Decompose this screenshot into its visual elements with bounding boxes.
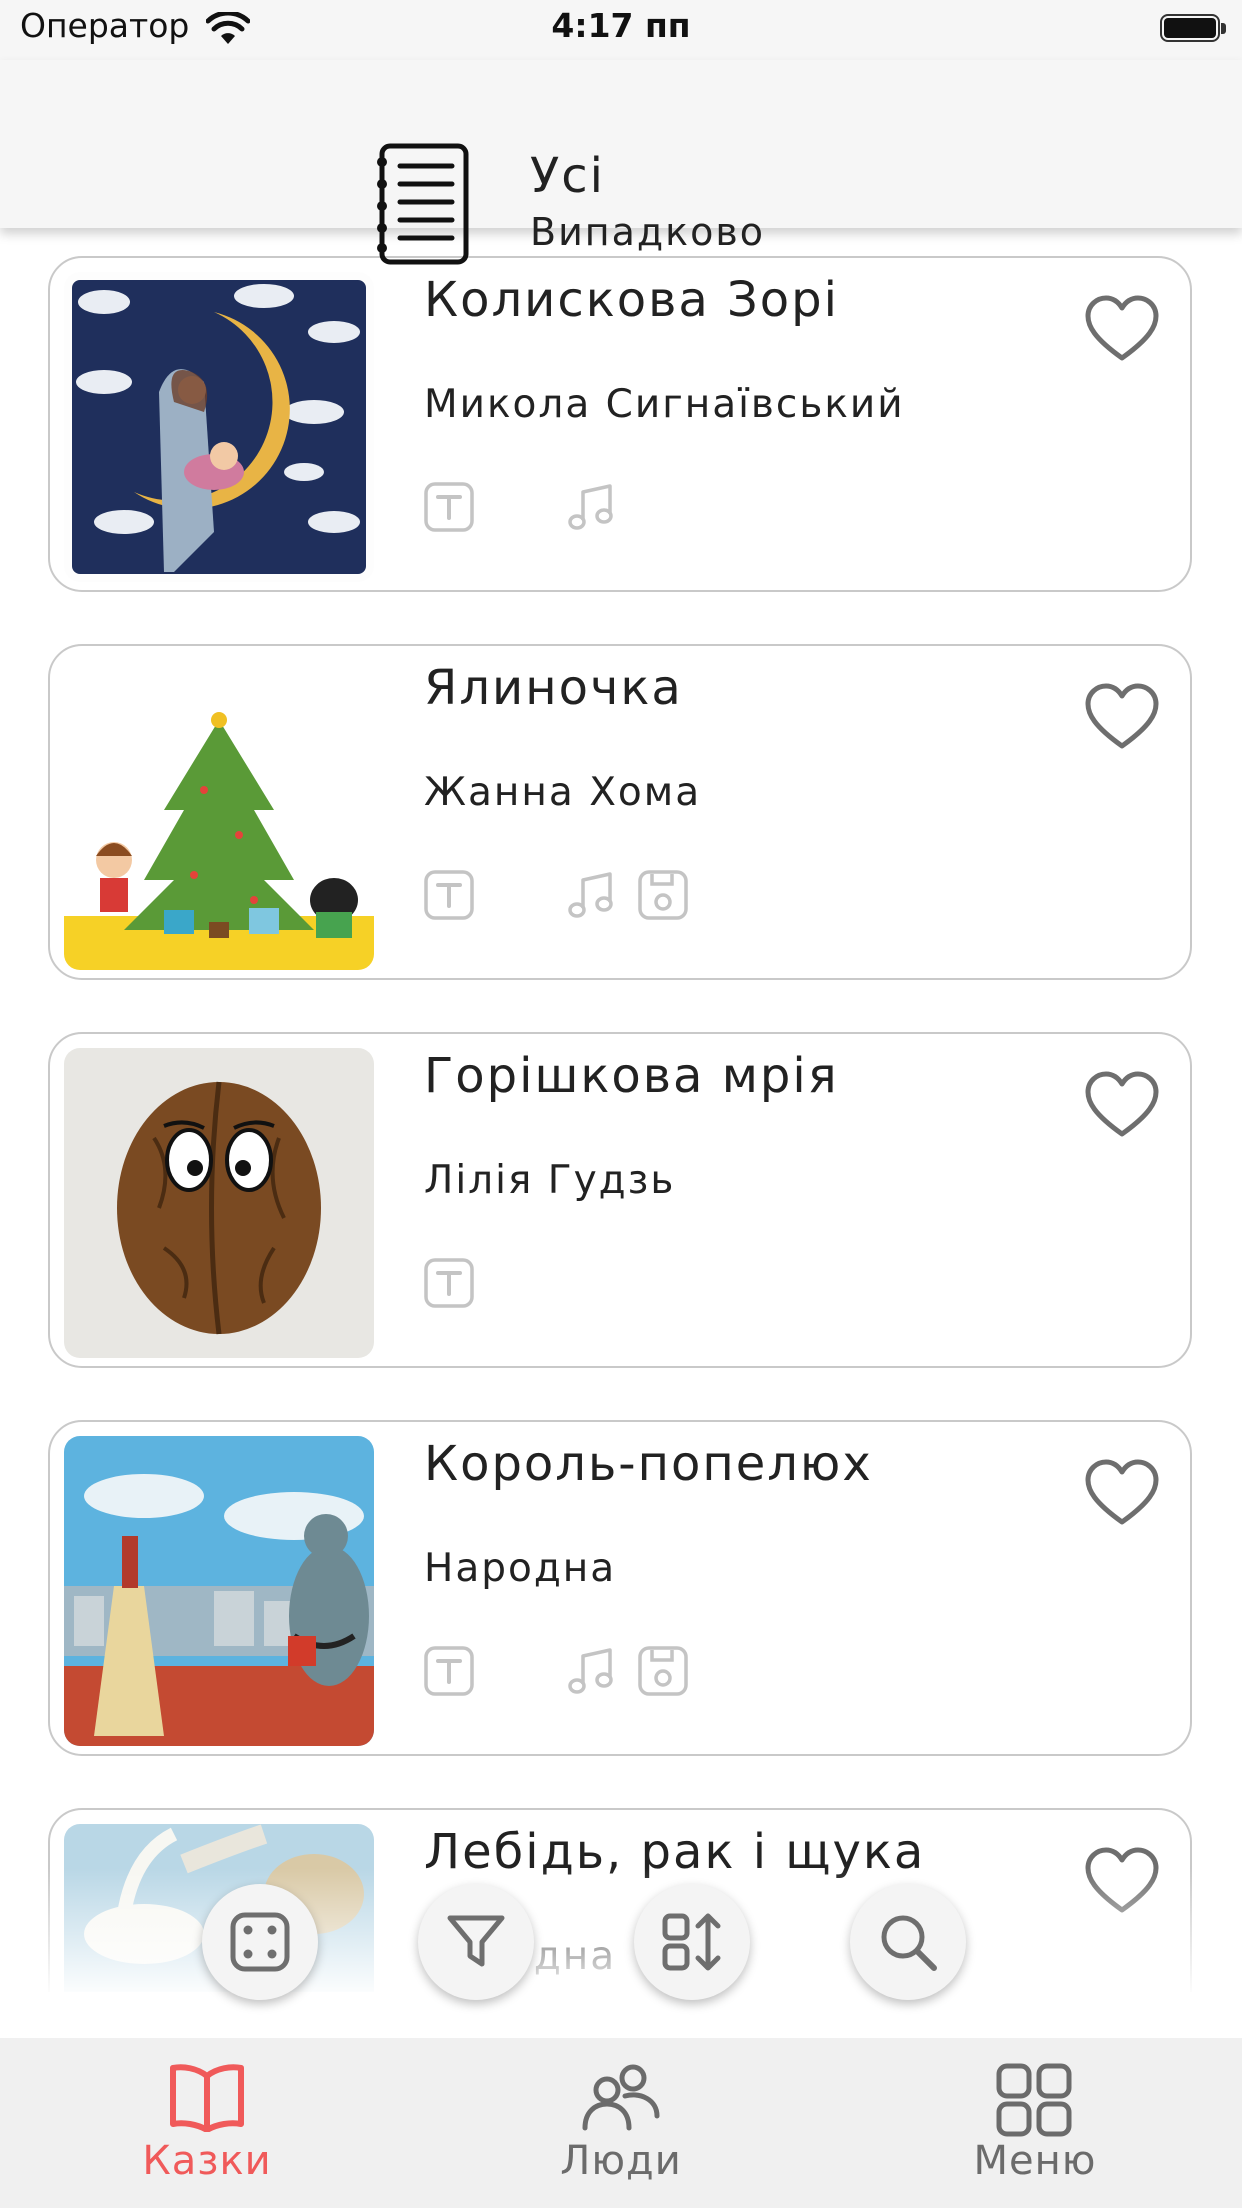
text-available-icon bbox=[424, 870, 474, 920]
sort-icon bbox=[662, 1913, 721, 1971]
story-title: Ялиночка bbox=[424, 660, 683, 716]
saved-disk-icon bbox=[638, 870, 688, 920]
story-thumbnail bbox=[64, 272, 374, 582]
search-button[interactable] bbox=[850, 1884, 966, 2000]
clock: 4:17 пп bbox=[551, 6, 691, 45]
saved-disk-icon bbox=[638, 1646, 688, 1696]
favorite-heart-icon[interactable] bbox=[1084, 294, 1160, 364]
tab-stories[interactable]: Казки bbox=[0, 2038, 414, 2208]
sort-button[interactable] bbox=[634, 1884, 750, 2000]
music-note-icon bbox=[568, 1648, 613, 1694]
tab-label: Люди bbox=[560, 2138, 682, 2184]
story-list[interactable]: Колискова Зорі Микола Сигнаївський Ялино… bbox=[0, 228, 1242, 1992]
favorite-heart-icon[interactable] bbox=[1084, 1458, 1160, 1528]
notebook-list-icon bbox=[377, 143, 469, 265]
filter-icon bbox=[447, 1915, 505, 1967]
status-bar: Оператор 4:17 пп bbox=[0, 0, 1242, 60]
tab-bar: Казки Люди Меню bbox=[0, 2038, 1242, 2208]
favorite-heart-icon[interactable] bbox=[1084, 1070, 1160, 1140]
story-title: Король-попелюх bbox=[424, 1436, 873, 1492]
story-author: Жанна Хома bbox=[424, 770, 702, 815]
story-thumbnail bbox=[64, 1436, 374, 1746]
story-title: Горішкова мрія bbox=[424, 1048, 839, 1104]
tab-label: Меню bbox=[973, 2138, 1097, 2184]
favorite-heart-icon[interactable] bbox=[1084, 1846, 1160, 1916]
story-thumbnail bbox=[64, 660, 374, 970]
header-subtitle: Випадково bbox=[530, 210, 766, 254]
story-author: Лілія Гудзь bbox=[424, 1158, 676, 1203]
book-icon bbox=[170, 2064, 244, 2132]
text-available-icon bbox=[424, 482, 474, 532]
story-title: Лебідь, рак і щука bbox=[424, 1824, 926, 1880]
story-card[interactable]: Горішкова мрія Лілія Гудзь bbox=[48, 1032, 1192, 1368]
dice-icon bbox=[230, 1912, 290, 1972]
search-icon bbox=[881, 1915, 937, 1971]
battery-full-icon bbox=[1160, 14, 1228, 46]
text-available-icon bbox=[424, 1646, 474, 1696]
story-thumbnail bbox=[64, 1048, 374, 1358]
music-note-icon bbox=[568, 484, 613, 530]
music-note-icon bbox=[568, 872, 613, 918]
filter-button[interactable] bbox=[418, 1884, 534, 2000]
text-available-icon bbox=[424, 1258, 474, 1308]
header[interactable]: Усі Випадково bbox=[0, 60, 1242, 265]
tab-label: Казки bbox=[142, 2138, 272, 2184]
random-dice-button[interactable] bbox=[202, 1884, 318, 2000]
favorite-heart-icon[interactable] bbox=[1084, 682, 1160, 752]
story-author: Микола Сигнаївський bbox=[424, 382, 905, 427]
header-title: Усі bbox=[530, 148, 605, 204]
story-card[interactable]: Ялиночка Жанна Хома bbox=[48, 644, 1192, 980]
story-card[interactable]: Колискова Зорі Микола Сигнаївський bbox=[48, 256, 1192, 592]
tab-menu[interactable]: Меню bbox=[828, 2038, 1242, 2208]
grid-icon bbox=[996, 2063, 1072, 2137]
tab-people[interactable]: Люди bbox=[414, 2038, 828, 2208]
story-author: Народна bbox=[424, 1546, 617, 1591]
story-card[interactable]: Король-попелюх Народна bbox=[48, 1420, 1192, 1756]
story-title: Колискова Зорі bbox=[424, 272, 839, 328]
people-icon bbox=[582, 2064, 660, 2131]
